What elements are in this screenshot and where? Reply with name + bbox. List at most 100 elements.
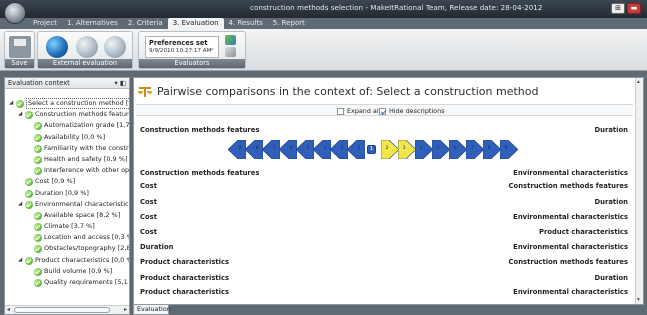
panel-title: Evaluation context: [8, 79, 70, 87]
check-icon: [25, 200, 33, 209]
scale-value: 3: [340, 146, 344, 151]
scale-value: 9: [238, 146, 242, 151]
scroll-down-icon[interactable]: ▾: [637, 297, 640, 303]
scale-value: 2: [357, 146, 361, 151]
expand-toggle-icon[interactable]: ◢: [18, 109, 22, 120]
left-arrow-6[interactable]: 6: [278, 139, 298, 160]
scale-value: 6: [453, 146, 457, 151]
save-group-label: Save: [5, 59, 34, 68]
left-criterion: Cost: [140, 182, 157, 190]
right-arrow-5[interactable]: 5: [431, 139, 451, 160]
left-arrow-4[interactable]: 4: [312, 139, 332, 160]
tree-item[interactable]: Automatization grade [1,7: [5, 120, 129, 131]
tree-item[interactable]: Availability [0,0 %]: [5, 132, 129, 143]
globe-icon[interactable]: [46, 36, 68, 58]
right-arrow-3[interactable]: 3: [397, 139, 417, 160]
comparison-row[interactable]: Duration Environmental characteristics: [140, 241, 628, 253]
right-arrow-8[interactable]: 8: [482, 139, 502, 160]
right-arrow-9[interactable]: 9: [499, 139, 519, 160]
scroll-left-icon[interactable]: ◂: [7, 306, 10, 313]
equal-importance-button[interactable]: 1: [367, 145, 376, 154]
left-arrow-9[interactable]: 9: [227, 139, 247, 160]
hide-descriptions-option[interactable]: Hide descriptions: [379, 107, 444, 115]
comparison-row[interactable]: Product characteristics Environmental cha…: [140, 286, 628, 298]
left-arrow-8[interactable]: 8: [244, 139, 264, 160]
comparison-row[interactable]: Cost Construction methods features: [140, 180, 628, 192]
tree-item[interactable]: ◢ Select a construction method [9: [5, 98, 129, 110]
panel-pin-icon[interactable]: ▾ ◧: [115, 78, 126, 89]
left-arrow-2[interactable]: 2: [346, 139, 366, 160]
comparison-scale: 9 8 7 6 5 4 3 2 1 2 3 4 5 6 7 8 9: [227, 139, 544, 160]
tab-results[interactable]: 4. Results: [224, 18, 268, 29]
tree-item[interactable]: Quality requirements [5,1: [5, 277, 129, 288]
comparison-row[interactable]: Product characteristics Construction meth…: [140, 256, 628, 268]
scale-value: 5: [436, 146, 440, 151]
left-arrow-3[interactable]: 3: [329, 139, 349, 160]
expand-toggle-icon[interactable]: ◢: [18, 199, 22, 210]
tree-item[interactable]: ◢ Environmental characteristics: [5, 199, 129, 210]
check-icon: [34, 211, 42, 220]
tree-item[interactable]: Interference with other ope: [5, 165, 129, 176]
tree-item[interactable]: Available space [8,2 %]: [5, 210, 129, 221]
left-arrow-7[interactable]: 7: [261, 139, 281, 160]
expand-toggle-icon[interactable]: ◢: [18, 255, 22, 266]
hide-descriptions-checkbox[interactable]: [379, 107, 386, 115]
comparison-row[interactable]: Construction methods features Duration: [140, 124, 628, 136]
tree-item[interactable]: Health and safety [0,9 %]: [5, 154, 129, 165]
tree-item[interactable]: Obstacles/topography [2,8: [5, 243, 129, 254]
minimize-button[interactable]: ▬: [627, 3, 641, 14]
tab-report[interactable]: 5. Report: [268, 18, 310, 29]
expand-toggle-icon[interactable]: ◢: [9, 98, 13, 109]
scroll-up-icon[interactable]: ▴: [637, 79, 640, 85]
tab-criteria[interactable]: 2. Criteria: [123, 18, 168, 29]
globe-export-icon[interactable]: [104, 36, 126, 58]
left-criterion: Cost: [140, 198, 157, 206]
tab-evaluation[interactable]: 3. Evaluation: [167, 18, 224, 29]
scroll-thumb[interactable]: [14, 307, 110, 313]
preferences-set-select[interactable]: Preferences set 9/9/2010 10:27:17 AM ⌄: [145, 36, 219, 58]
comparison-row[interactable]: Cost Product characteristics: [140, 226, 628, 238]
person-add-icon[interactable]: [225, 35, 236, 45]
tree-item-label: Quality requirements [5,1: [44, 278, 128, 286]
tab-evaluation-bottom[interactable]: Evaluation: [133, 305, 171, 315]
right-arrow-4[interactable]: 4: [414, 139, 434, 160]
person-remove-icon[interactable]: [225, 47, 236, 57]
comparison-row[interactable]: Construction methods features Environment…: [140, 167, 628, 179]
comparison-row[interactable]: Cost Duration: [140, 196, 628, 208]
left-criterion: Duration: [140, 243, 174, 251]
tree-item[interactable]: Duration [0,9 %]: [5, 188, 129, 199]
tree-item-label: Product characteristics [0,0 %: [35, 255, 129, 264]
right-criterion: Environmental characteristics: [513, 213, 628, 221]
tree-item-label: Automatization grade [1,7: [44, 121, 129, 130]
check-icon: [25, 111, 33, 120]
right-arrow-7[interactable]: 7: [465, 139, 485, 160]
check-icon: [16, 100, 24, 108]
scroll-right-icon[interactable]: ▸: [124, 306, 127, 313]
vertical-scrollbar[interactable]: ▴ ▾: [635, 78, 643, 304]
evaluators-label: Evaluators: [139, 59, 245, 68]
horizontal-scrollbar[interactable]: ◂ ▸: [5, 305, 129, 314]
tree-item-label: Obstacles/topography [2,8: [44, 244, 129, 253]
tab-alternatives[interactable]: 1. Alternatives: [62, 18, 123, 29]
check-icon: [34, 155, 42, 164]
comparison-row[interactable]: Product characteristics Duration: [140, 272, 628, 284]
tree-item[interactable]: ◢ Product characteristics [0,0 %: [5, 255, 129, 266]
restore-button[interactable]: ⊞: [611, 3, 625, 14]
left-arrow-5[interactable]: 5: [295, 139, 315, 160]
comparison-row[interactable]: Cost Environmental characteristics: [140, 211, 628, 223]
tab-project[interactable]: Project: [28, 18, 62, 29]
expand-all-checkbox[interactable]: [337, 107, 344, 115]
scale-value: 4: [323, 146, 327, 151]
tree-item[interactable]: Cost [0,9 %]: [5, 176, 129, 187]
right-arrow-6[interactable]: 6: [448, 139, 468, 160]
app-menu-button[interactable]: [4, 2, 26, 24]
tree-item[interactable]: Climate [3,7 %]: [5, 221, 129, 232]
tree-item[interactable]: Build volume [0,9 %]: [5, 266, 129, 277]
expand-all-option[interactable]: Expand all: [337, 107, 380, 115]
tree-item[interactable]: Location and access [0,3 %: [5, 232, 129, 243]
save-icon[interactable]: [9, 36, 31, 58]
globe-import-icon[interactable]: [76, 36, 98, 58]
right-arrow-2[interactable]: 2: [380, 139, 400, 160]
tree-item[interactable]: ◢ Construction methods feature: [5, 109, 129, 120]
tree-item[interactable]: Familiarity with the constru: [5, 143, 129, 154]
